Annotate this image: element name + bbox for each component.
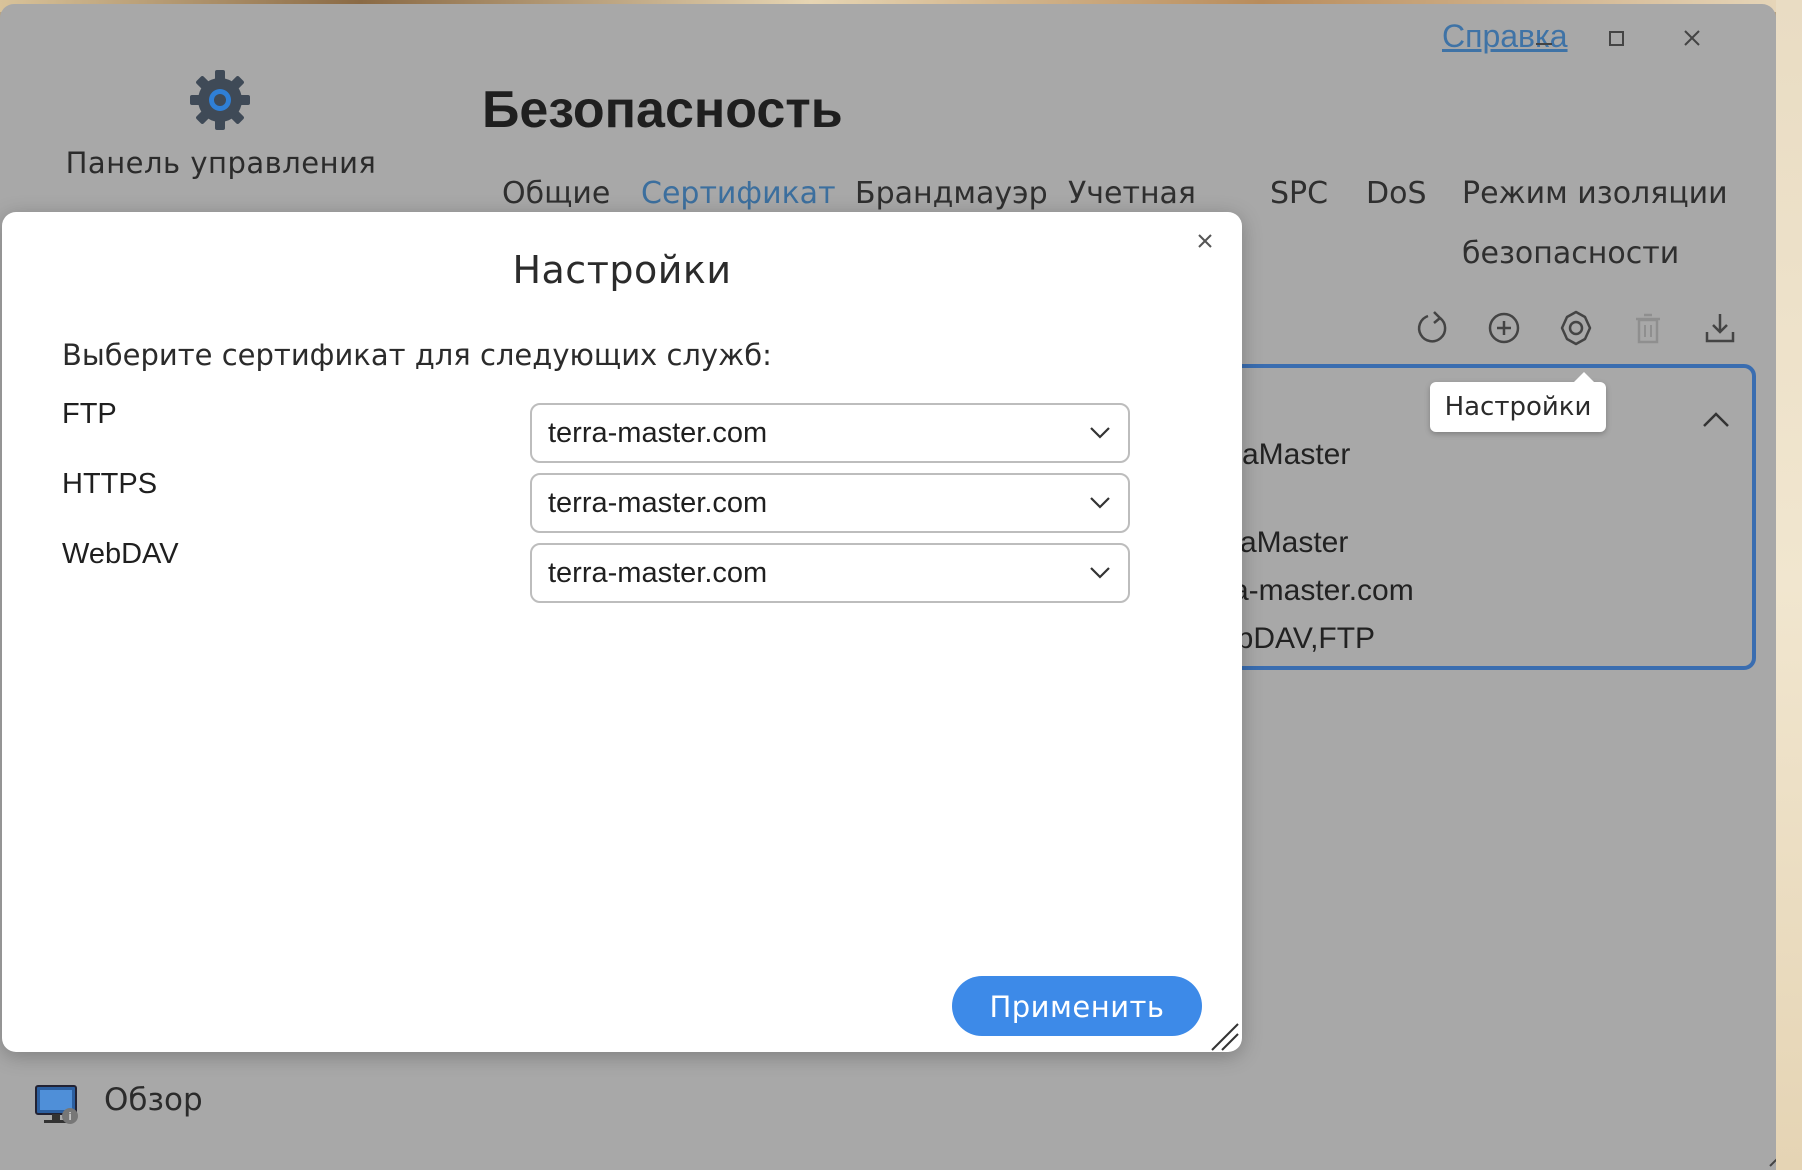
tab-firewall[interactable]: Брандмауэр — [855, 174, 1048, 214]
sidebar-item-label: Обзор — [104, 1082, 203, 1118]
tab-general[interactable]: Общие — [502, 174, 610, 214]
tab-security-isolation-line2: безопасности — [1462, 236, 1680, 271]
tab-security-isolation-line1: Режим изоляции — [1462, 176, 1728, 211]
gear-icon — [188, 68, 252, 132]
settings-tooltip: Настройки — [1430, 372, 1606, 432]
https-certificate-select[interactable]: terra-master.com — [530, 473, 1130, 533]
svg-text:i: i — [68, 1110, 71, 1123]
ftp-certificate-select[interactable]: terra-master.com — [530, 403, 1130, 463]
control-panel-title: Панель управления — [65, 146, 377, 180]
tab-security-isolation[interactable]: Режим изоляции безопасности — [1462, 164, 1728, 284]
refresh-icon[interactable] — [1410, 306, 1454, 350]
certificate-domain: ra-master.com — [1222, 574, 1414, 607]
dialog-resize-handle[interactable] — [1208, 1020, 1240, 1052]
chevron-down-icon — [1090, 567, 1110, 579]
chevron-down-icon — [1090, 497, 1110, 509]
desktop-background-edge — [1776, 0, 1802, 1170]
window-resize-handle[interactable] — [1766, 1138, 1776, 1168]
dialog-title: Настройки — [512, 248, 732, 292]
settings-dialog: Настройки Выберите сертификат для следую… — [2, 212, 1242, 1052]
chevron-down-icon — [1090, 427, 1110, 439]
service-label-ftp: FTP — [62, 398, 117, 430]
certificate-services: ebDAV,FTP — [1220, 622, 1376, 655]
service-label-https: HTTPS — [62, 468, 158, 500]
service-label-webdav: WebDAV — [62, 538, 179, 570]
close-icon[interactable] — [1672, 18, 1712, 58]
dialog-prompt: Выберите сертификат для следующих служб: — [62, 338, 772, 372]
webdav-certificate-select[interactable]: terra-master.com — [530, 543, 1130, 603]
page-title: Безопасность — [482, 81, 843, 139]
settings-icon[interactable] — [1554, 306, 1598, 350]
chevron-up-icon[interactable] — [1696, 400, 1736, 440]
select-value: terra-master.com — [548, 417, 768, 449]
minimize-icon[interactable] — [1524, 18, 1564, 58]
select-value: terra-master.com — [548, 487, 768, 519]
tab-certificate[interactable]: Сертификат — [641, 174, 836, 214]
tab-dos[interactable]: DoS — [1366, 174, 1427, 214]
monitor-info-icon: i — [34, 1084, 82, 1126]
tab-spc[interactable]: SPC — [1270, 174, 1328, 214]
delete-icon[interactable] — [1626, 306, 1670, 350]
tab-account[interactable]: Учетная — [1068, 174, 1196, 214]
select-value: terra-master.com — [548, 557, 768, 589]
add-icon[interactable] — [1482, 306, 1526, 350]
maximize-icon[interactable] — [1596, 18, 1636, 58]
apply-button[interactable]: Применить — [952, 976, 1202, 1036]
certificate-issuer: raMaster — [1232, 438, 1351, 471]
download-icon[interactable] — [1698, 306, 1742, 350]
